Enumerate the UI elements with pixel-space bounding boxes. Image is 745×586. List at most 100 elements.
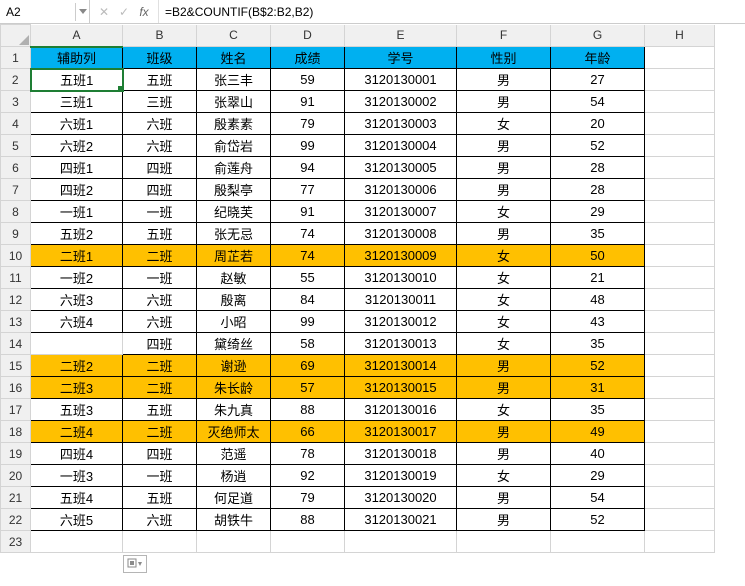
column-header-C[interactable]: C <box>197 25 271 47</box>
cell-B10[interactable]: 二班 <box>123 245 197 267</box>
cell-F15[interactable]: 男 <box>457 355 551 377</box>
cell-E16[interactable]: 3120130015 <box>345 377 457 399</box>
cell-D11[interactable]: 55 <box>271 267 345 289</box>
cell-D18[interactable]: 66 <box>271 421 345 443</box>
cell-A20[interactable]: 一班3 <box>31 465 123 487</box>
row-header[interactable]: 3 <box>1 91 31 113</box>
cell-A9[interactable]: 五班2 <box>31 223 123 245</box>
cell-E20[interactable]: 3120130019 <box>345 465 457 487</box>
cell-C2[interactable]: 张三丰 <box>197 69 271 91</box>
cell[interactable] <box>31 531 123 553</box>
cell-E5[interactable]: 3120130004 <box>345 135 457 157</box>
cell-F3[interactable]: 男 <box>457 91 551 113</box>
cell-F17[interactable]: 女 <box>457 399 551 421</box>
cell-B9[interactable]: 五班 <box>123 223 197 245</box>
cell-E11[interactable]: 3120130010 <box>345 267 457 289</box>
cell-B7[interactable]: 四班 <box>123 179 197 201</box>
cell-B12[interactable]: 六班 <box>123 289 197 311</box>
row-header[interactable]: 21 <box>1 487 31 509</box>
cell-B17[interactable]: 五班 <box>123 399 197 421</box>
row-header[interactable]: 13 <box>1 311 31 333</box>
cell-A11[interactable]: 一班2 <box>31 267 123 289</box>
cell-G6[interactable]: 28 <box>551 157 645 179</box>
header-cell-g[interactable]: 年龄 <box>551 47 645 69</box>
cell-G10[interactable]: 50 <box>551 245 645 267</box>
cell-C21[interactable]: 何足道 <box>197 487 271 509</box>
cell-E17[interactable]: 3120130016 <box>345 399 457 421</box>
cell-A18[interactable]: 二班4 <box>31 421 123 443</box>
cell-C7[interactable]: 殷梨亭 <box>197 179 271 201</box>
cell-B16[interactable]: 二班 <box>123 377 197 399</box>
cell-F12[interactable]: 女 <box>457 289 551 311</box>
cell-B13[interactable]: 六班 <box>123 311 197 333</box>
column-header-A[interactable]: A <box>31 25 123 47</box>
cell-B14[interactable]: 四班 <box>123 333 197 355</box>
cell-E4[interactable]: 3120130003 <box>345 113 457 135</box>
cell-C19[interactable]: 范遥 <box>197 443 271 465</box>
select-all-corner[interactable] <box>1 25 31 47</box>
cell-D15[interactable]: 69 <box>271 355 345 377</box>
cell[interactable] <box>645 487 715 509</box>
cell-B3[interactable]: 三班 <box>123 91 197 113</box>
cell[interactable] <box>197 531 271 553</box>
row-header[interactable]: 14 <box>1 333 31 355</box>
cell-A8[interactable]: 一班1 <box>31 201 123 223</box>
cell[interactable] <box>645 421 715 443</box>
cell-C11[interactable]: 赵敏 <box>197 267 271 289</box>
cell-G19[interactable]: 40 <box>551 443 645 465</box>
cell-D10[interactable]: 74 <box>271 245 345 267</box>
cell-F11[interactable]: 女 <box>457 267 551 289</box>
cell-G2[interactable]: 27 <box>551 69 645 91</box>
cell-C22[interactable]: 胡铁牛 <box>197 509 271 531</box>
row-header[interactable]: 5 <box>1 135 31 157</box>
row-header[interactable]: 9 <box>1 223 31 245</box>
cell-D3[interactable]: 91 <box>271 91 345 113</box>
insert-function-button[interactable]: fx <box>134 5 154 19</box>
cell-B18[interactable]: 二班 <box>123 421 197 443</box>
cell-G14[interactable]: 35 <box>551 333 645 355</box>
row-header[interactable]: 10 <box>1 245 31 267</box>
cell-D13[interactable]: 99 <box>271 311 345 333</box>
cell-F5[interactable]: 男 <box>457 135 551 157</box>
cell-E8[interactable]: 3120130007 <box>345 201 457 223</box>
cell-G20[interactable]: 29 <box>551 465 645 487</box>
cell-B8[interactable]: 一班 <box>123 201 197 223</box>
auto-fill-options-button[interactable] <box>123 555 147 573</box>
cell-C9[interactable]: 张无忌 <box>197 223 271 245</box>
row-header[interactable]: 11 <box>1 267 31 289</box>
cell-C3[interactable]: 张翠山 <box>197 91 271 113</box>
cell-A10[interactable]: 二班1 <box>31 245 123 267</box>
cell[interactable] <box>645 289 715 311</box>
cell-G22[interactable]: 52 <box>551 509 645 531</box>
cell-B5[interactable]: 六班 <box>123 135 197 157</box>
header-cell-b[interactable]: 班级 <box>123 47 197 69</box>
cell[interactable] <box>645 223 715 245</box>
row-header[interactable]: 23 <box>1 531 31 553</box>
cell[interactable] <box>551 531 645 553</box>
cell-A14[interactable] <box>31 333 123 355</box>
cell-A7[interactable]: 四班2 <box>31 179 123 201</box>
cell-A4[interactable]: 六班1 <box>31 113 123 135</box>
header-cell-e[interactable]: 学号 <box>345 47 457 69</box>
cell-F8[interactable]: 女 <box>457 201 551 223</box>
cell-B11[interactable]: 一班 <box>123 267 197 289</box>
cell[interactable] <box>645 509 715 531</box>
cell-E2[interactable]: 3120130001 <box>345 69 457 91</box>
cell-A12[interactable]: 六班3 <box>31 289 123 311</box>
column-header-E[interactable]: E <box>345 25 457 47</box>
cell-E12[interactable]: 3120130011 <box>345 289 457 311</box>
cell-G3[interactable]: 54 <box>551 91 645 113</box>
cell-F22[interactable]: 男 <box>457 509 551 531</box>
cell-E22[interactable]: 3120130021 <box>345 509 457 531</box>
cell[interactable] <box>645 377 715 399</box>
cell-B15[interactable]: 二班 <box>123 355 197 377</box>
cell[interactable] <box>645 113 715 135</box>
cell-C8[interactable]: 纪晓芙 <box>197 201 271 223</box>
row-header[interactable]: 4 <box>1 113 31 135</box>
spreadsheet-grid[interactable]: ABCDEFGH1辅助列班级姓名成绩学号性别年龄2五班1五班张三丰5931201… <box>0 24 745 553</box>
cell[interactable] <box>645 267 715 289</box>
cell-G7[interactable]: 28 <box>551 179 645 201</box>
column-header-B[interactable]: B <box>123 25 197 47</box>
cell-F21[interactable]: 男 <box>457 487 551 509</box>
cell-A16[interactable]: 二班3 <box>31 377 123 399</box>
